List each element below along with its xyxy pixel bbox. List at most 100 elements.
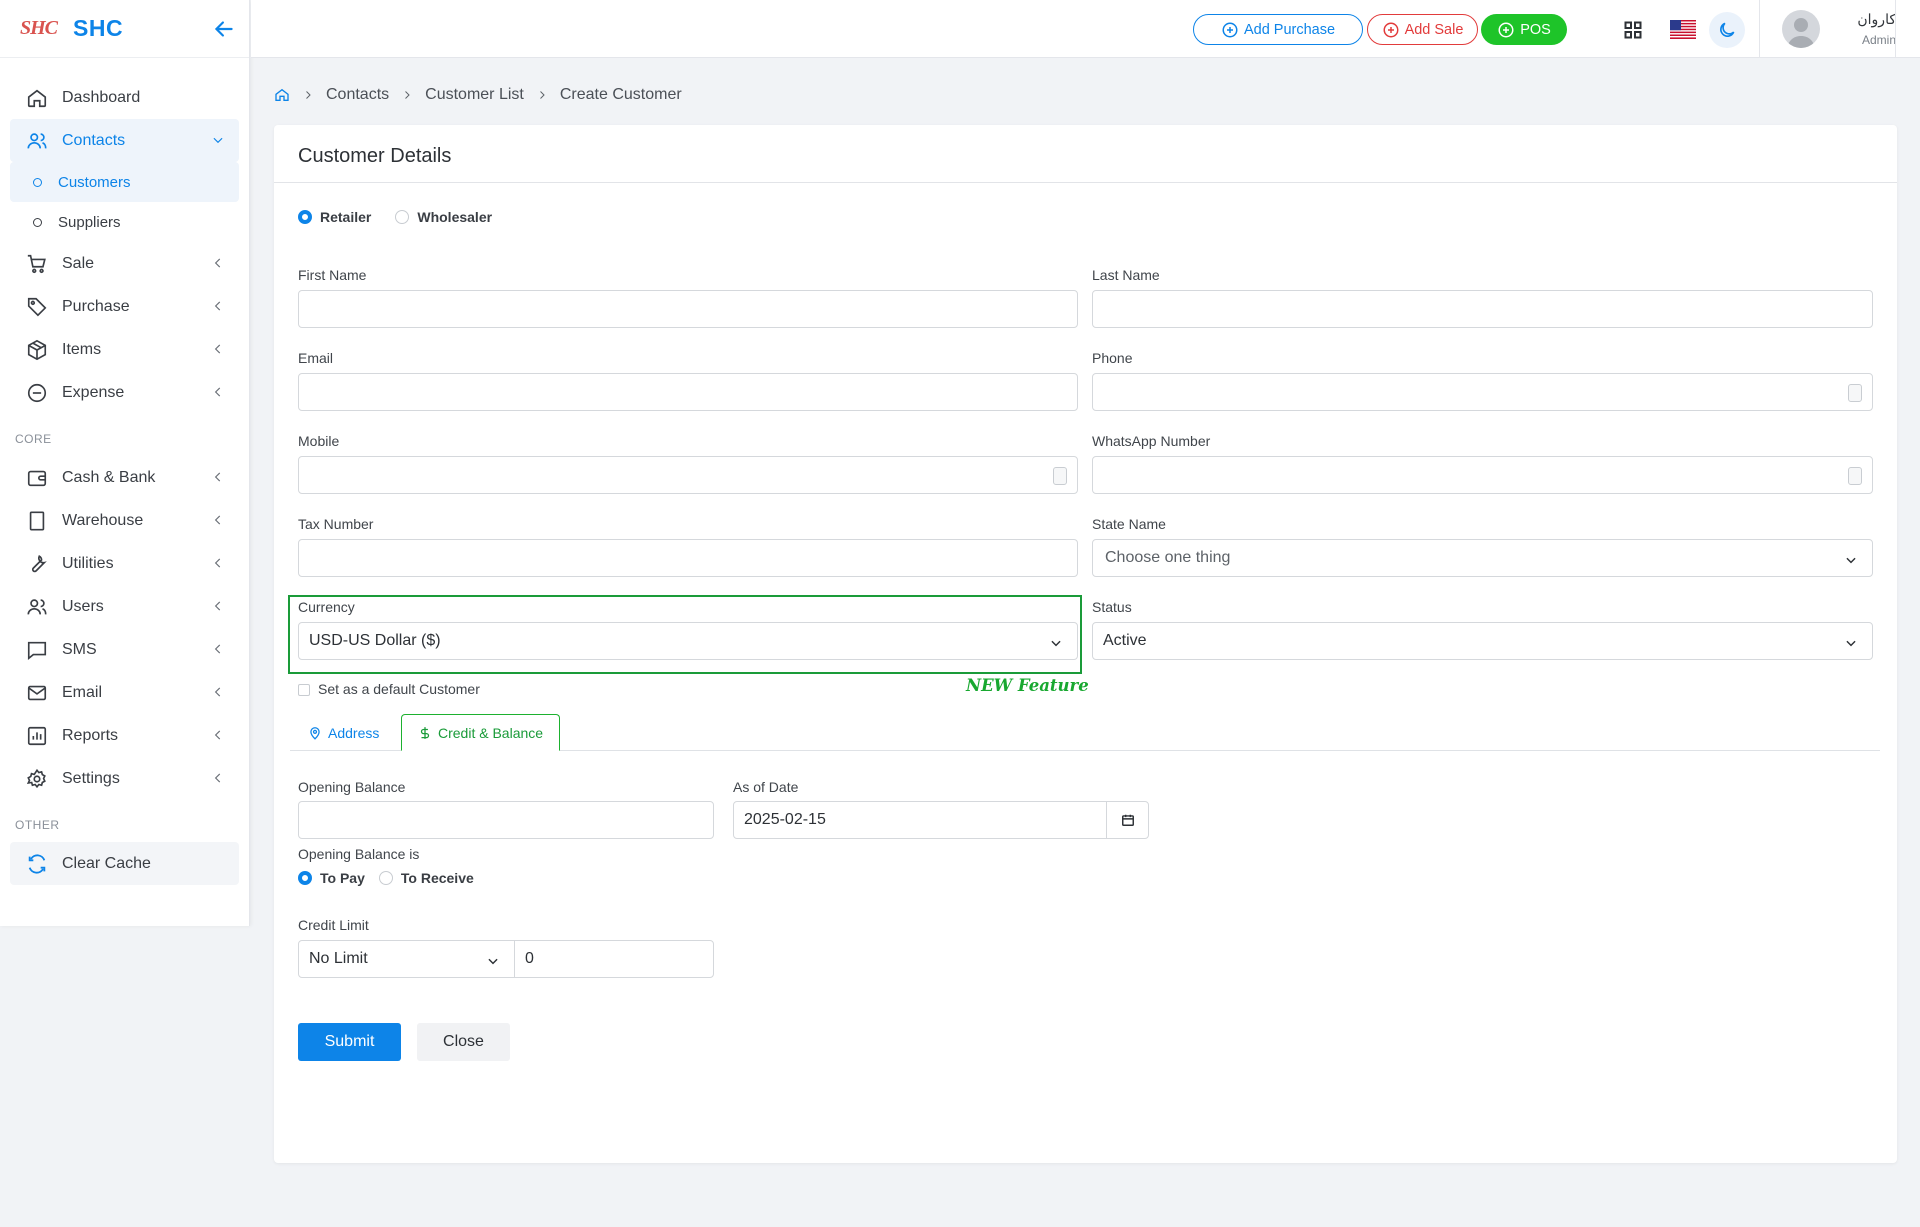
as-of-date-value: 2025-02-15 <box>744 811 826 828</box>
add-purchase-label: Add Purchase <box>1243 21 1336 38</box>
customer-details-card: Customer Details Retailer Wholesaler Fir… <box>274 125 1897 1163</box>
breadcrumb: Contacts Customer List Create Customer <box>274 86 682 104</box>
first-name-label: First Name <box>298 267 367 283</box>
sidebar-item-dashboard[interactable]: Dashboard <box>10 76 239 119</box>
sidebar-item-items[interactable]: Items <box>10 328 239 371</box>
sidebar-item-suppliers[interactable]: Suppliers <box>10 202 239 242</box>
sidebar-item-label: Cash & Bank <box>62 468 156 486</box>
users-icon <box>27 598 47 614</box>
bullet-icon <box>33 177 42 187</box>
to-pay-radio[interactable] <box>298 871 312 885</box>
phone-field[interactable] <box>1092 373 1873 411</box>
tab-address[interactable]: Address <box>308 714 379 751</box>
sidebar-item-label: Settings <box>62 769 120 787</box>
breadcrumb-contacts[interactable]: Contacts <box>326 86 389 104</box>
mobile-label: Mobile <box>298 433 340 449</box>
status-value: Active <box>1103 632 1147 649</box>
add-sale-button[interactable]: Add Sale <box>1367 14 1478 45</box>
sidebar-item-customers[interactable]: Customers <box>10 162 239 202</box>
wrench-icon <box>32 554 47 572</box>
breadcrumb-customer-list[interactable]: Customer List <box>425 86 524 104</box>
apps-grid-icon[interactable] <box>1624 21 1642 39</box>
last-name-field[interactable] <box>1092 290 1873 328</box>
mail-icon <box>27 685 47 700</box>
tax-number-field[interactable] <box>298 539 1078 577</box>
tax-number-label: Tax Number <box>298 516 374 532</box>
sidebar-item-clear-cache[interactable]: Clear Cache <box>10 842 239 885</box>
chevron-right-icon <box>306 91 311 99</box>
whatsapp-field[interactable] <box>1092 456 1873 494</box>
brand: SHC SHC <box>0 0 249 58</box>
sidebar-item-label: Contacts <box>62 131 126 149</box>
first-name-field[interactable] <box>298 290 1078 328</box>
home-icon[interactable] <box>274 87 290 103</box>
state-name-select[interactable]: Choose one thing <box>1092 539 1873 577</box>
opening-balance-label: Opening Balance <box>298 779 406 795</box>
sidebar-item-sale[interactable]: Sale <box>10 242 239 285</box>
as-of-date-field[interactable]: 2025-02-15 <box>733 801 1149 839</box>
chevron-down-icon <box>488 958 498 965</box>
email-label: Email <box>298 350 334 366</box>
sidebar-item-contacts[interactable]: Contacts <box>10 119 239 162</box>
sidebar-item-reports[interactable]: Reports <box>10 714 239 757</box>
opening-balance-field[interactable] <box>298 801 714 839</box>
refresh-icon <box>28 853 46 874</box>
number-spinner-icon[interactable] <box>1848 384 1862 402</box>
sidebar-item-expense[interactable]: Expense <box>10 371 239 414</box>
chevron-left-icon <box>214 344 221 354</box>
tab-credit-balance[interactable]: Credit & Balance <box>401 714 561 751</box>
number-spinner-icon[interactable] <box>1053 467 1067 485</box>
chevron-right-icon <box>405 91 410 99</box>
wholesaler-radio[interactable] <box>395 210 410 224</box>
minus-circle-icon <box>27 383 47 402</box>
as-of-date-label: As of Date <box>733 779 799 795</box>
chevron-right-icon <box>539 91 545 99</box>
default-customer-checkbox[interactable] <box>298 684 310 696</box>
sidebar-item-label: Reports <box>62 726 119 744</box>
retailer-label: Retailer <box>320 209 372 225</box>
sidebar-item-settings[interactable]: Settings <box>10 757 239 800</box>
credit-limit-amount-field[interactable]: 0 <box>514 940 714 978</box>
sidebar-item-warehouse[interactable]: Warehouse <box>10 499 239 542</box>
pos-button[interactable]: POS <box>1481 14 1567 45</box>
opening-balance-type-group: To Pay To Receive <box>298 870 474 886</box>
currency-label: Currency <box>298 599 355 615</box>
submit-button[interactable]: Submit <box>298 1023 401 1061</box>
default-customer-label: Set as a default Customer <box>318 681 480 697</box>
currency-select[interactable]: USD-US Dollar ($) <box>298 622 1078 660</box>
add-purchase-button[interactable]: Add Purchase <box>1193 14 1363 45</box>
credit-limit-type-select[interactable]: No Limit <box>298 940 515 978</box>
mobile-field[interactable] <box>298 456 1078 494</box>
sidebar-item-utilities[interactable]: Utilities <box>10 542 239 585</box>
theme-toggle-button[interactable] <box>1709 12 1745 48</box>
close-button[interactable]: Close <box>417 1023 510 1061</box>
card-title: Customer Details <box>298 145 452 167</box>
tab-credit-balance-label: Credit & Balance <box>438 724 544 741</box>
status-select[interactable]: Active <box>1092 622 1873 660</box>
avatar[interactable] <box>1782 10 1820 48</box>
dollar-icon <box>420 726 430 739</box>
collapse-sidebar-icon[interactable] <box>211 16 237 42</box>
chevron-left-icon <box>214 387 221 397</box>
sidebar-item-sms[interactable]: SMS <box>10 628 239 671</box>
retailer-radio[interactable] <box>298 210 312 224</box>
calendar-button[interactable] <box>1106 802 1148 838</box>
message-icon <box>27 641 47 660</box>
currency-value: USD-US Dollar ($) <box>309 632 441 649</box>
sidebar-item-label: Customers <box>58 173 131 191</box>
sidebar-item-users[interactable]: Users <box>10 585 239 628</box>
sidebar-item-cash-bank[interactable]: Cash & Bank <box>10 456 239 499</box>
breadcrumb-create-customer: Create Customer <box>559 86 682 103</box>
email-field[interactable] <box>298 373 1078 411</box>
number-spinner-icon[interactable] <box>1848 467 1862 485</box>
sidebar-item-email[interactable]: Email <box>10 671 239 714</box>
chevron-left-icon <box>214 258 221 268</box>
divider <box>1759 0 1760 58</box>
sidebar-item-purchase[interactable]: Purchase <box>10 285 239 328</box>
chevron-left-icon <box>214 730 221 740</box>
us-flag-icon[interactable] <box>1670 20 1696 39</box>
state-name-label: State Name <box>1092 516 1166 532</box>
sidebar: SHC SHC Dashboard Contacts Customers Sup… <box>0 0 250 926</box>
to-receive-radio[interactable] <box>378 871 393 885</box>
chevron-left-icon <box>214 301 221 311</box>
